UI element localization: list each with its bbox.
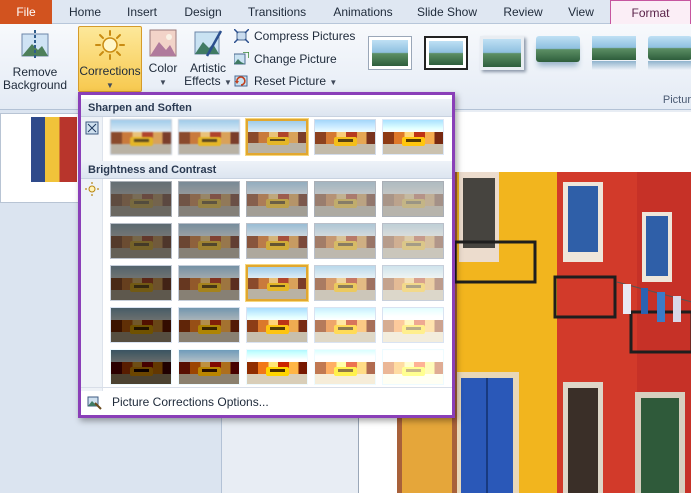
brightness-contrast-preset[interactable] [246,265,308,301]
sharpen-soften-preset[interactable] [382,119,444,155]
gallery-side-strip [81,179,103,391]
picture-style-thick-frame[interactable] [424,36,468,70]
ribbon-tab-bar: File Home Insert Design Transitions Anim… [0,0,691,24]
brightness-contrast-preset[interactable] [110,307,172,343]
brightness-contrast-preset[interactable] [178,307,240,343]
brightness-contrast-preset[interactable] [110,181,172,217]
picture-styles-group-label: Pictur [662,94,691,106]
compress-pictures-button[interactable]: Compress Pictures [234,27,355,45]
remove-background-label-2: Background [2,78,68,92]
slide-thumbnail[interactable] [0,113,80,203]
tab-transitions[interactable]: Transitions [242,0,312,24]
brightness-contrast-preset[interactable] [110,349,172,385]
picture-style-soft-edge[interactable] [536,36,580,70]
color-button[interactable]: Color ▼ [144,28,182,92]
brightness-contrast-preset[interactable] [314,349,376,385]
brightness-contrast-preset[interactable] [246,307,308,343]
reset-picture-dropdown-arrow-icon: ▼ [329,78,338,87]
brightness-contrast-preset[interactable] [110,223,172,259]
sharpen-soften-preset[interactable] [246,119,308,155]
tab-format[interactable]: Format [610,0,691,24]
sharpen-soften-preset[interactable] [314,119,376,155]
artistic-effects-label-1: Artistic [190,61,226,75]
sharpen-soften-preset[interactable] [110,119,172,155]
remove-background-label-1: Remove [12,65,58,79]
brightness-contrast-preset[interactable] [178,181,240,217]
brightness-contrast-preset[interactable] [178,223,240,259]
brightness-contrast-preset[interactable] [382,181,444,217]
remove-background-icon [21,30,49,60]
picture-styles-gallery [360,28,691,88]
brightness-contrast-preset[interactable] [246,181,308,217]
corrections-gallery-dropdown: Sharpen and Soften Brightness and Contra… [78,92,455,418]
brightness-contrast-preset[interactable] [178,349,240,385]
brightness-contrast-preset[interactable] [110,265,172,301]
brightness-contrast-preset[interactable] [382,265,444,301]
reset-picture-icon [234,75,248,87]
reset-picture-button[interactable]: Reset Picture ▼ [234,72,337,90]
brightness-contrast-preset[interactable] [246,349,308,385]
sun-icon [95,30,125,60]
reset-picture-label: Reset Picture [254,74,327,88]
tab-file[interactable]: File [0,0,52,24]
tab-insert[interactable]: Insert [118,0,166,24]
brightness-contrast-preset[interactable] [178,265,240,301]
color-icon [149,29,177,57]
brightness-contrast-preset[interactable] [382,349,444,385]
tab-design[interactable]: Design [178,0,228,24]
artistic-effects-label-2: Effects [184,74,221,88]
change-picture-icon [234,52,249,65]
picture-style-shadow[interactable] [480,36,524,70]
sharpen-soften-preset[interactable] [178,119,240,155]
sharpen-soften-heading: Sharpen and Soften [81,99,452,117]
tab-slide-show[interactable]: Slide Show [414,0,480,24]
change-picture-button[interactable]: Change Picture [234,50,337,68]
brightness-contrast-preset[interactable] [246,223,308,259]
compress-pictures-label: Compress Pictures [254,29,356,43]
sun-icon [85,182,99,196]
tab-view[interactable]: View [561,0,601,24]
color-dropdown-arrow-icon: ▼ [159,78,167,87]
brightness-contrast-preset[interactable] [314,223,376,259]
tab-review[interactable]: Review [498,0,548,24]
picture-corrections-options-icon [87,396,102,410]
corrections-dropdown-arrow-icon: ▼ [106,81,114,90]
color-label: Color [148,61,178,75]
artistic-effects-icon [194,30,223,57]
picture-style-reflected-rounded[interactable] [648,36,691,70]
artistic-effects-button[interactable]: Artistic Effects ▼ [184,28,232,92]
change-picture-label: Change Picture [254,52,337,66]
remove-background-button[interactable]: Remove Background [2,28,68,94]
compress-icon [234,29,249,43]
artistic-effects-dropdown-arrow-icon: ▼ [223,78,232,87]
brightness-contrast-heading: Brightness and Contrast [81,161,452,179]
brightness-contrast-preset[interactable] [382,223,444,259]
picture-style-reflected[interactable] [592,36,636,70]
corrections-label: Corrections [79,64,141,78]
brightness-contrast-preset[interactable] [382,307,444,343]
sharpen-icon [85,121,99,135]
corrections-button[interactable]: Corrections ▼ [78,26,142,92]
tab-home[interactable]: Home [60,0,110,24]
brightness-contrast-preset[interactable] [314,307,376,343]
picture-corrections-options-label: Picture Corrections Options... [112,395,269,409]
brightness-contrast-preset[interactable] [314,265,376,301]
tab-animations[interactable]: Animations [327,0,399,24]
picture-corrections-options-item[interactable]: Picture Corrections Options... [81,387,452,415]
brightness-contrast-preset[interactable] [314,181,376,217]
picture-style-simple-frame[interactable] [368,36,412,70]
